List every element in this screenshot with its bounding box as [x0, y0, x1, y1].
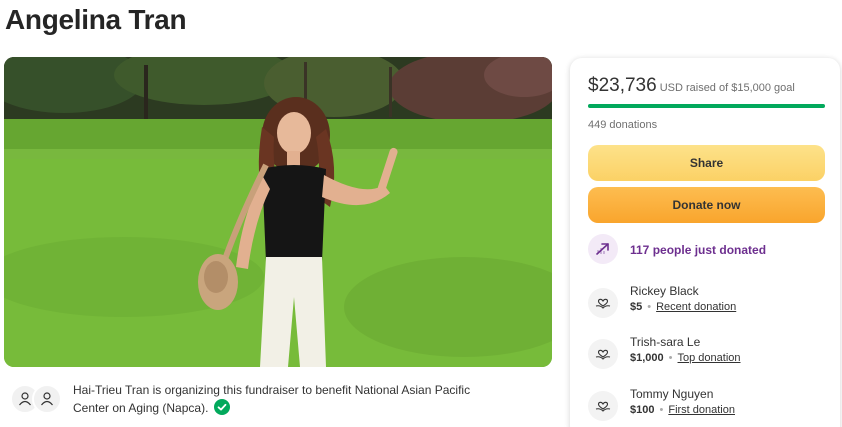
top-donation-link[interactable]: Top donation	[678, 352, 741, 364]
separator-dot: •	[668, 352, 673, 364]
organizer-avatars	[10, 384, 62, 414]
trending-up-icon	[588, 234, 618, 264]
recent-activity-banner: 117 people just donated	[588, 234, 828, 266]
first-donation-link[interactable]: First donation	[668, 404, 735, 416]
person-icon	[32, 384, 62, 414]
amount-raised: $23,736 USD raised of $15,000 goal	[588, 75, 795, 97]
donor-name: Trish-sara Le	[630, 335, 701, 349]
organizer-info: Hai-Trieu Tran is organizing this fundra…	[8, 378, 556, 422]
heart-hand-icon	[588, 391, 618, 421]
recent-donation-link[interactable]: Recent donation	[656, 301, 736, 313]
donor-amount: $5	[630, 301, 643, 313]
amount-raised-value: $23,736	[588, 75, 657, 96]
organizer-text: Hai-Trieu Tran is organizing this fundra…	[73, 383, 471, 415]
page-title: Angelina Tran	[5, 4, 187, 35]
donor-meta: $100 • First donation	[630, 404, 735, 416]
donor-name: Tommy Nguyen	[630, 387, 714, 401]
donor-list-item: Tommy Nguyen $100 • First donation	[588, 387, 828, 423]
share-button[interactable]: Share	[588, 145, 825, 181]
goal-text: USD raised of $15,000 goal	[659, 82, 795, 94]
progress-bar	[588, 104, 825, 108]
separator-dot: •	[647, 301, 652, 313]
progress-bar-fill	[588, 104, 825, 108]
donor-list-item: Trish-sara Le $1,000 • Top donation	[588, 335, 828, 371]
separator-dot: •	[659, 404, 664, 416]
donor-amount: $100	[630, 404, 655, 416]
donation-card: $23,736 USD raised of $15,000 goal 449 do…	[570, 58, 840, 427]
organizer-description: Hai-Trieu Tran is organizing this fundra…	[73, 381, 493, 417]
heart-hand-icon	[588, 288, 618, 318]
donor-list-item: Rickey Black $5 • Recent donation	[588, 284, 828, 320]
donor-amount: $1,000	[630, 352, 664, 364]
donate-now-button[interactable]: Donate now	[588, 187, 825, 223]
fundraiser-cover-photo[interactable]	[4, 57, 552, 367]
check-circle-icon	[213, 399, 230, 415]
donation-count: 449 donations	[588, 119, 658, 131]
donor-name: Rickey Black	[630, 284, 699, 298]
heart-hand-icon	[588, 339, 618, 369]
recent-donations-text: 117 people just donated	[630, 243, 767, 257]
cover-photo-illustration	[4, 57, 552, 367]
donor-meta: $1,000 • Top donation	[630, 352, 741, 364]
donor-meta: $5 • Recent donation	[630, 301, 736, 313]
